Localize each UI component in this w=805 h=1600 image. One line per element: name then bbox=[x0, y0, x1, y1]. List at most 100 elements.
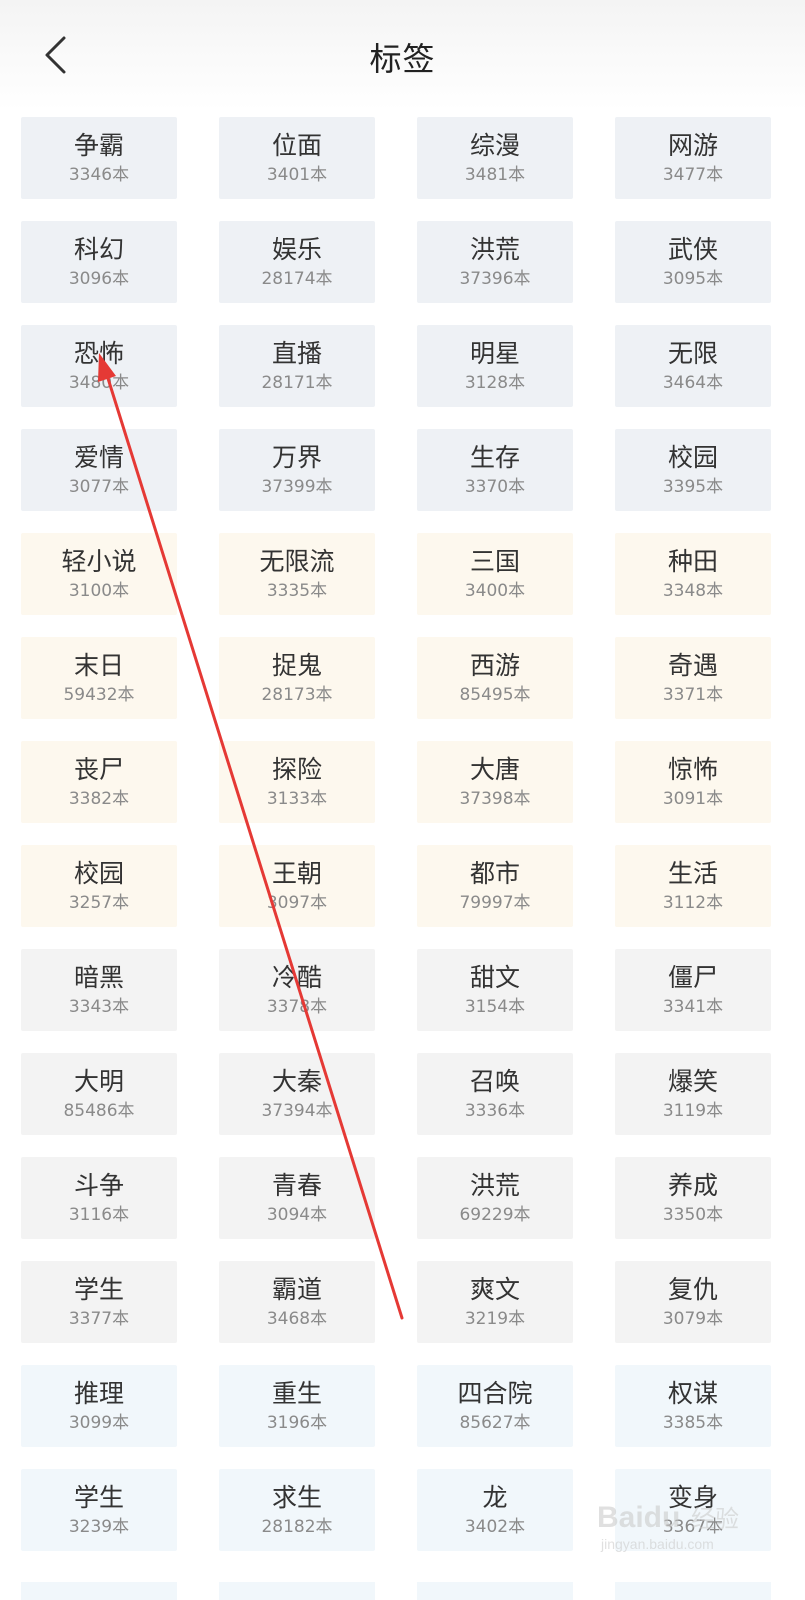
tag-card[interactable]: 四合院 85627本 bbox=[417, 1365, 573, 1447]
tag-name: 明星 bbox=[469, 338, 520, 368]
tag-card[interactable]: 捉鬼 28173本 bbox=[219, 637, 375, 719]
tag-card[interactable]: 校园 3395本 bbox=[615, 429, 771, 511]
tag-name: 网游 bbox=[667, 130, 718, 160]
tag-card[interactable]: 冷酷 3378本 bbox=[219, 949, 375, 1031]
tag-card[interactable]: 西游 85495本 bbox=[417, 637, 573, 719]
tag-count: 28174本 bbox=[261, 268, 333, 289]
tag-card[interactable]: 爽文 3219本 bbox=[417, 1261, 573, 1343]
tag-card[interactable]: 惊怖 3091本 bbox=[615, 741, 771, 823]
tag-card-partial[interactable] bbox=[417, 1582, 573, 1600]
tag-card[interactable]: 科幻 3096本 bbox=[21, 221, 177, 303]
tag-count: 3480本 bbox=[68, 372, 130, 393]
tag-card[interactable]: 丧尸 3382本 bbox=[21, 741, 177, 823]
tag-card[interactable]: 求生 28182本 bbox=[219, 1469, 375, 1551]
tag-card-partial[interactable] bbox=[21, 1582, 177, 1600]
tag-count: 85627本 bbox=[459, 1412, 531, 1433]
tag-count: 28171本 bbox=[261, 372, 333, 393]
tag-card-partial[interactable] bbox=[219, 1582, 375, 1600]
tag-card[interactable]: 大秦 37394本 bbox=[219, 1053, 375, 1135]
tag-name: 位面 bbox=[271, 130, 322, 160]
tag-card[interactable]: 都市 79997本 bbox=[417, 845, 573, 927]
tag-card[interactable]: 网游 3477本 bbox=[615, 117, 771, 199]
tag-card[interactable]: 龙 3402本 bbox=[417, 1469, 573, 1551]
tag-card[interactable]: 校园 3257本 bbox=[21, 845, 177, 927]
tag-count: 3382本 bbox=[68, 788, 130, 809]
tag-card[interactable]: 种田 3348本 bbox=[615, 533, 771, 615]
tag-count: 3335本 bbox=[266, 580, 328, 601]
tag-count: 3094本 bbox=[266, 1204, 328, 1225]
tag-card[interactable]: 争霸 3346本 bbox=[21, 117, 177, 199]
tag-card[interactable]: 生活 3112本 bbox=[615, 845, 771, 927]
tag-count: 3119本 bbox=[662, 1100, 724, 1121]
tag-card[interactable]: 斗争 3116本 bbox=[21, 1157, 177, 1239]
tag-count: 3133本 bbox=[266, 788, 328, 809]
tag-name: 求生 bbox=[271, 1482, 322, 1512]
tag-card-partial[interactable] bbox=[615, 1582, 771, 1600]
tag-card[interactable]: 万界 37399本 bbox=[219, 429, 375, 511]
tag-name: 生存 bbox=[469, 442, 520, 472]
tag-name: 西游 bbox=[469, 650, 520, 680]
tag-card[interactable]: 直播 28171本 bbox=[219, 325, 375, 407]
tag-card[interactable]: 青春 3094本 bbox=[219, 1157, 375, 1239]
tag-card[interactable]: 权谋 3385本 bbox=[615, 1365, 771, 1447]
tag-count: 3481本 bbox=[464, 164, 526, 185]
tag-name: 养成 bbox=[667, 1170, 718, 1200]
tag-count: 3239本 bbox=[68, 1516, 130, 1537]
tag-card[interactable]: 位面 3401本 bbox=[219, 117, 375, 199]
tag-count: 59432本 bbox=[63, 684, 135, 705]
tag-card[interactable]: 洪荒 69229本 bbox=[417, 1157, 573, 1239]
tag-card[interactable]: 复仇 3079本 bbox=[615, 1261, 771, 1343]
tag-count: 3097本 bbox=[266, 892, 328, 913]
tag-count: 3112本 bbox=[662, 892, 724, 913]
tag-name: 直播 bbox=[271, 338, 322, 368]
tag-count: 3336本 bbox=[464, 1100, 526, 1121]
tag-card[interactable]: 重生 3196本 bbox=[219, 1365, 375, 1447]
tag-card[interactable]: 探险 3133本 bbox=[219, 741, 375, 823]
tag-card[interactable]: 明星 3128本 bbox=[417, 325, 573, 407]
tag-card[interactable]: 甜文 3154本 bbox=[417, 949, 573, 1031]
tag-name: 科幻 bbox=[73, 234, 124, 264]
tag-card[interactable]: 僵尸 3341本 bbox=[615, 949, 771, 1031]
tag-card[interactable]: 无限流 3335本 bbox=[219, 533, 375, 615]
tag-name: 万界 bbox=[271, 442, 322, 472]
tag-name: 大唐 bbox=[469, 754, 520, 784]
tag-count: 85486本 bbox=[63, 1100, 135, 1121]
tag-name: 生活 bbox=[667, 858, 718, 888]
tag-card[interactable]: 恐怖 3480本 bbox=[21, 325, 177, 407]
tag-card[interactable]: 养成 3350本 bbox=[615, 1157, 771, 1239]
tag-card[interactable]: 学生 3377本 bbox=[21, 1261, 177, 1343]
tag-card[interactable]: 三国 3400本 bbox=[417, 533, 573, 615]
tag-name: 推理 bbox=[73, 1378, 124, 1408]
tag-count: 3468本 bbox=[266, 1308, 328, 1329]
tag-card[interactable]: 奇遇 3371本 bbox=[615, 637, 771, 719]
tag-count: 3095本 bbox=[662, 268, 724, 289]
tag-card[interactable]: 洪荒 37396本 bbox=[417, 221, 573, 303]
tag-card[interactable]: 霸道 3468本 bbox=[219, 1261, 375, 1343]
tag-count: 3343本 bbox=[68, 996, 130, 1017]
tag-count: 3128本 bbox=[464, 372, 526, 393]
tag-card[interactable]: 武侠 3095本 bbox=[615, 221, 771, 303]
tag-card[interactable]: 综漫 3481本 bbox=[417, 117, 573, 199]
tag-count: 79997本 bbox=[459, 892, 531, 913]
tag-card[interactable]: 推理 3099本 bbox=[21, 1365, 177, 1447]
tag-card[interactable]: 娱乐 28174本 bbox=[219, 221, 375, 303]
tag-card[interactable]: 大唐 37398本 bbox=[417, 741, 573, 823]
tag-card[interactable]: 无限 3464本 bbox=[615, 325, 771, 407]
tag-card[interactable]: 王朝 3097本 bbox=[219, 845, 375, 927]
tag-card[interactable]: 召唤 3336本 bbox=[417, 1053, 573, 1135]
tag-card[interactable]: 大明 85486本 bbox=[21, 1053, 177, 1135]
tag-count: 3400本 bbox=[464, 580, 526, 601]
tag-card[interactable]: 轻小说 3100本 bbox=[21, 533, 177, 615]
tag-card[interactable]: 爱情 3077本 bbox=[21, 429, 177, 511]
tag-name: 无限流 bbox=[259, 546, 335, 576]
tag-card[interactable]: 生存 3370本 bbox=[417, 429, 573, 511]
tag-card[interactable]: 爆笑 3119本 bbox=[615, 1053, 771, 1135]
tag-count: 37396本 bbox=[459, 268, 531, 289]
tag-count: 28173本 bbox=[261, 684, 333, 705]
tag-name: 斗争 bbox=[73, 1170, 124, 1200]
tag-card[interactable]: 学生 3239本 bbox=[21, 1469, 177, 1551]
tag-name: 重生 bbox=[271, 1378, 322, 1408]
partial-tag-row bbox=[21, 1582, 786, 1600]
tag-card[interactable]: 暗黑 3343本 bbox=[21, 949, 177, 1031]
tag-card[interactable]: 末日 59432本 bbox=[21, 637, 177, 719]
